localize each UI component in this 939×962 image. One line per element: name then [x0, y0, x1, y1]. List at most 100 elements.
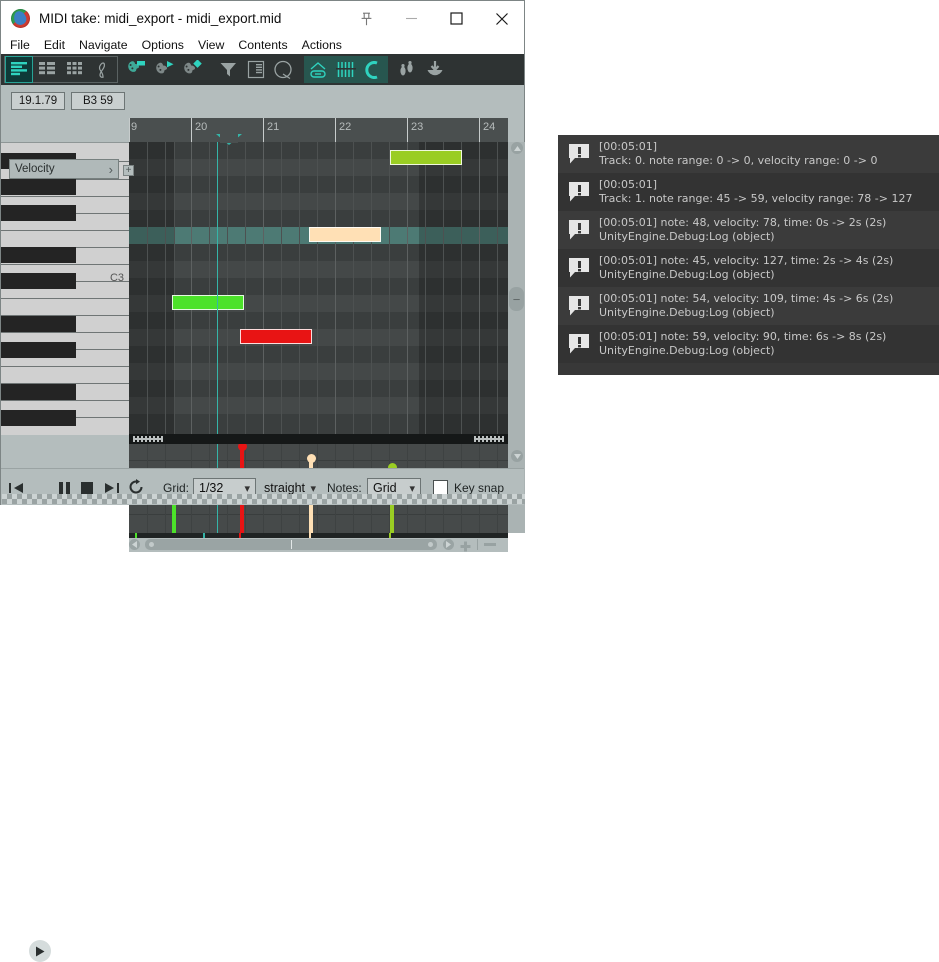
log-text: [00:05:01] note: 54, velocity: 109, time…: [599, 292, 893, 320]
menu-item-actions[interactable]: Actions: [302, 38, 351, 52]
menu-item-file[interactable]: File: [10, 38, 39, 52]
scroll-right-button[interactable]: [443, 539, 454, 550]
log-text: [00:05:01] note: 48, velocity: 78, time:…: [599, 216, 886, 244]
position-readout[interactable]: 19.1.79: [11, 92, 65, 110]
event-list-view-icon[interactable]: [61, 56, 89, 83]
ruler-label-20: 20: [195, 121, 208, 133]
named-notes-view-icon[interactable]: [33, 56, 61, 83]
log-line-2: UnityEngine.Debug:Log (object): [599, 306, 775, 319]
notation-view-icon[interactable]: [89, 56, 117, 83]
note-color-channel-icon[interactable]: [180, 56, 208, 83]
note-bar-green[interactable]: [172, 295, 244, 310]
magnet-snap-icon[interactable]: [360, 56, 388, 83]
midi-editor-window: MIDI take: midi_export - midi_export.mid: [0, 0, 525, 962]
unity-console-panel[interactable]: [00:05:01] Track: 0. note range: 0 -> 0,…: [558, 135, 939, 375]
notes-label: Notes:: [327, 481, 362, 495]
ruler-label-22: 22: [339, 121, 352, 133]
play-cursor-handle[interactable]: [216, 134, 242, 145]
log-line-2: Track: 1. note range: 45 -> 59, velocity…: [599, 192, 913, 205]
horizontal-zoom-divider: [477, 539, 478, 550]
horizontal-scroll-thumb[interactable]: [145, 539, 437, 550]
event-properties-icon[interactable]: [242, 56, 270, 83]
close-icon[interactable]: [479, 1, 524, 36]
chevron-right-icon: ›: [108, 161, 113, 177]
menu-item-navigate[interactable]: Navigate: [79, 38, 137, 52]
log-text: [00:05:01] Track: 0. note range: 0 -> 0,…: [599, 140, 877, 168]
log-message-icon: [566, 141, 592, 167]
editor-body: 19.1.79 B3 59 9 20 21 22 23 24 C3 Veloci…: [1, 85, 525, 552]
scroll-left-button[interactable]: [129, 539, 140, 550]
note-color-velocity-icon[interactable]: [152, 56, 180, 83]
note-bar-lime-top[interactable]: [390, 150, 462, 165]
grid-lines-icon[interactable]: [332, 56, 360, 83]
note-color-map-icon[interactable]: [124, 56, 152, 83]
log-line-1: [00:05:01] note: 54, velocity: 109, time…: [599, 292, 894, 305]
log-message-icon: [566, 255, 592, 281]
grid-select-value: 1/32: [199, 481, 224, 495]
log-text: [00:05:01] note: 45, velocity: 127, time…: [599, 254, 893, 282]
velocity-head-peach[interactable]: [307, 454, 316, 463]
chevron-down-icon: ▾: [409, 482, 415, 495]
note-bar-peach[interactable]: [309, 227, 381, 242]
title-bar: MIDI take: midi_export - midi_export.mid: [1, 1, 524, 36]
log-line-1: [00:05:01] note: 59, velocity: 90, time:…: [599, 330, 887, 343]
vertical-scrollbar[interactable]: −: [508, 142, 525, 442]
scroll-up-button[interactable]: [511, 142, 523, 154]
console-log-row[interactable]: [00:05:01] note: 54, velocity: 109, time…: [558, 287, 939, 325]
log-message-icon: [566, 331, 592, 357]
note-grid[interactable]: [129, 142, 508, 434]
import-midi-icon[interactable]: [422, 56, 450, 83]
note-readout[interactable]: B3 59: [71, 92, 125, 110]
piano-roll-view-icon[interactable]: [5, 56, 33, 83]
link-cc-to-notes-icon[interactable]: [304, 56, 332, 83]
maximize-icon[interactable]: [434, 1, 479, 36]
key-snap-checkbox[interactable]: [433, 480, 448, 495]
menu-item-options[interactable]: Options: [142, 38, 193, 52]
menu-bar: File Edit Navigate Options View Contents…: [1, 36, 524, 54]
log-line-2: Track: 0. note range: 0 -> 0, velocity r…: [599, 154, 878, 167]
console-log-row[interactable]: [00:05:01] Track: 1. note range: 45 -> 5…: [558, 173, 939, 211]
measure-ruler[interactable]: 9 20 21 22 23 24: [129, 118, 508, 142]
console-log-row[interactable]: [00:05:01] note: 45, velocity: 127, time…: [558, 249, 939, 287]
console-log-row[interactable]: [00:05:01] note: 59, velocity: 90, time:…: [558, 325, 939, 363]
view-mode-group: [4, 56, 118, 83]
console-log-row[interactable]: [00:05:01] Track: 0. note range: 0 -> 0,…: [558, 135, 939, 173]
icon-toolbar: [1, 54, 524, 85]
log-line-2: UnityEngine.Debug:Log (object): [599, 230, 775, 243]
vertical-zoom-out-button[interactable]: −: [509, 287, 524, 311]
menu-item-contents[interactable]: Contents: [238, 38, 296, 52]
log-message-icon: [566, 293, 592, 319]
lane-divider[interactable]: [129, 434, 508, 444]
menu-item-view[interactable]: View: [198, 38, 233, 52]
log-line-1: [00:05:01]: [599, 178, 657, 191]
play-button[interactable]: [29, 940, 51, 962]
play-cursor-line: [217, 142, 218, 434]
grid-label: Grid:: [163, 481, 190, 495]
filter-events-icon[interactable]: [214, 56, 242, 83]
key-snap-label: Key snap: [454, 481, 505, 495]
plus-box-icon[interactable]: +: [123, 165, 134, 176]
log-text: [00:05:01] Track: 1. note range: 45 -> 5…: [599, 178, 912, 206]
reaper-logo-icon: [11, 9, 30, 28]
menu-item-edit[interactable]: Edit: [44, 38, 74, 52]
horizontal-zoom-out-button[interactable]: [484, 543, 496, 546]
log-message-icon: [566, 179, 592, 205]
horizontal-zoom-in-button[interactable]: [460, 539, 471, 557]
piano-keyboard[interactable]: C3: [1, 142, 129, 435]
notes-select-value: Grid: [373, 481, 397, 495]
note-bar-red[interactable]: [240, 329, 312, 344]
log-line-2: UnityEngine.Debug:Log (object): [599, 344, 775, 357]
overview-strip: [129, 533, 508, 538]
quantize-icon[interactable]: [270, 56, 298, 83]
ruler-label-21: 21: [267, 121, 280, 133]
scroll-down-button[interactable]: [511, 450, 523, 462]
console-log-row[interactable]: [00:05:01] note: 48, velocity: 78, time:…: [558, 211, 939, 249]
velocity-lane-selector[interactable]: Velocity ›: [9, 159, 119, 179]
horizontal-scrollbar[interactable]: [129, 533, 508, 552]
log-line-1: [00:05:01] note: 48, velocity: 78, time:…: [599, 216, 887, 229]
minimize-icon[interactable]: [389, 1, 434, 36]
window-resize-grip[interactable]: [2, 494, 525, 504]
pin-icon[interactable]: [344, 1, 389, 36]
chevron-down-icon: ▾: [310, 482, 316, 495]
step-input-icon[interactable]: [394, 56, 422, 83]
